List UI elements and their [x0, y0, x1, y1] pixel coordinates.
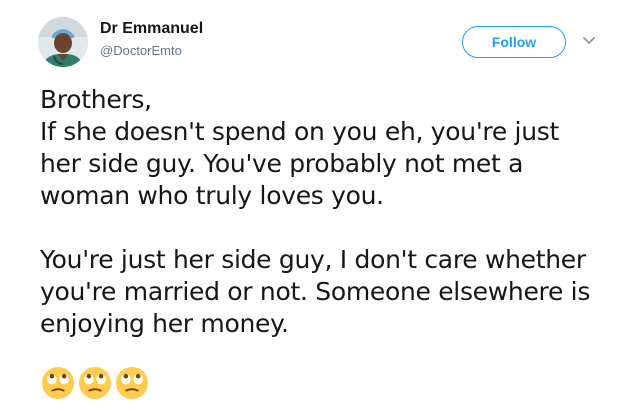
emoji-row [41, 366, 149, 402]
face-with-rolling-eyes-icon [115, 366, 149, 400]
chevron-down-icon[interactable] [582, 36, 596, 46]
doctor-avatar[interactable] [38, 17, 88, 67]
face-with-rolling-eyes-icon [78, 366, 112, 400]
tweet-header: Dr Emmanuel @DoctorEmto Follow [0, 0, 638, 80]
follow-button[interactable]: Follow [462, 26, 566, 58]
author-name[interactable]: Dr Emmanuel [100, 20, 203, 38]
face-with-rolling-eyes-icon [41, 366, 75, 400]
tweet-text: Brothers, If she doesn't spend on you eh… [40, 85, 591, 338]
avatar-icon [38, 17, 88, 67]
author-handle[interactable]: @DoctorEmto [100, 43, 182, 58]
